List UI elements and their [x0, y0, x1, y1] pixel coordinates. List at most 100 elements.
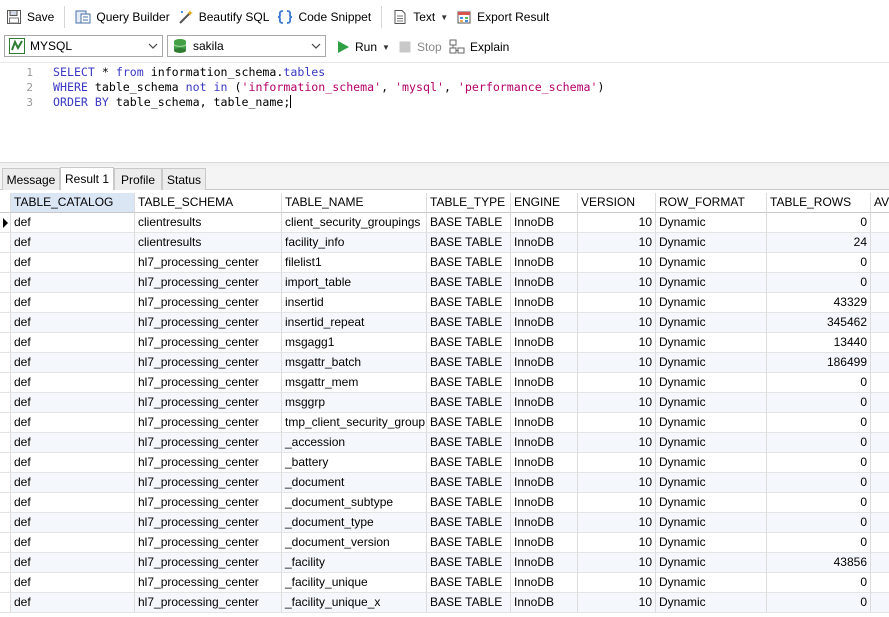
cell-table-schema[interactable]: hl7_processing_center	[135, 513, 282, 533]
table-row[interactable]: def hl7_processing_center _accession BASE T…	[0, 433, 889, 453]
cell-engine[interactable]: InnoDB	[511, 593, 578, 613]
db-type-select[interactable]: MYSQL	[4, 35, 163, 57]
table-row[interactable]: def hl7_processing_center _document_subtyp…	[0, 493, 889, 513]
cell-table-type[interactable]: BASE TABLE	[427, 253, 511, 273]
cell-version[interactable]: 10	[578, 533, 656, 553]
cell-table-schema[interactable]: hl7_processing_center	[135, 313, 282, 333]
cell-table-type[interactable]: BASE TABLE	[427, 593, 511, 613]
cell-table-schema[interactable]: clientresults	[135, 233, 282, 253]
cell-table-schema[interactable]: hl7_processing_center	[135, 253, 282, 273]
table-row[interactable]: def hl7_processing_center filelist1 BASE TA…	[0, 253, 889, 273]
run-button[interactable]: Run ▼	[332, 34, 394, 60]
cell-table-name[interactable]: _document_type	[282, 513, 427, 533]
cell-table-name[interactable]: _accession	[282, 433, 427, 453]
cell-av[interactable]	[871, 493, 889, 513]
cell-table-catalog[interactable]: def	[11, 553, 135, 573]
cell-table-schema[interactable]: hl7_processing_center	[135, 393, 282, 413]
cell-table-catalog[interactable]: def	[11, 433, 135, 453]
cell-av[interactable]	[871, 373, 889, 393]
cell-table-schema[interactable]: clientresults	[135, 213, 282, 233]
cell-version[interactable]: 10	[578, 273, 656, 293]
column-header-table-rows[interactable]: TABLE_ROWS	[767, 193, 871, 213]
cell-engine[interactable]: InnoDB	[511, 413, 578, 433]
cell-table-catalog[interactable]: def	[11, 253, 135, 273]
cell-table-name[interactable]: tmp_client_security_group	[282, 413, 427, 433]
query-builder-button[interactable]: Query Builder	[71, 4, 173, 30]
cell-table-schema[interactable]: hl7_processing_center	[135, 553, 282, 573]
row-indicator[interactable]	[0, 333, 11, 353]
cell-engine[interactable]: InnoDB	[511, 273, 578, 293]
cell-version[interactable]: 10	[578, 433, 656, 453]
row-indicator[interactable]	[0, 453, 11, 473]
table-row[interactable]: def hl7_processing_center _document_type BA…	[0, 513, 889, 533]
cell-row-format[interactable]: Dynamic	[656, 253, 767, 273]
cell-av[interactable]	[871, 333, 889, 353]
cell-engine[interactable]: InnoDB	[511, 393, 578, 413]
table-row[interactable]: def hl7_processing_center insertid_repeat B…	[0, 313, 889, 333]
cell-table-name[interactable]: _facility_unique_x	[282, 593, 427, 613]
cell-engine[interactable]: InnoDB	[511, 353, 578, 373]
cell-row-format[interactable]: Dynamic	[656, 513, 767, 533]
table-row[interactable]: def hl7_processing_center _facility_unique…	[0, 573, 889, 593]
cell-row-format[interactable]: Dynamic	[656, 213, 767, 233]
table-row[interactable]: def hl7_processing_center _document BASE TA…	[0, 473, 889, 493]
cell-engine[interactable]: InnoDB	[511, 533, 578, 553]
row-indicator[interactable]	[0, 373, 11, 393]
cell-table-schema[interactable]: hl7_processing_center	[135, 473, 282, 493]
cell-engine[interactable]: InnoDB	[511, 313, 578, 333]
cell-table-rows[interactable]: 0	[767, 213, 871, 233]
column-header-table-schema[interactable]: TABLE_SCHEMA	[135, 193, 282, 213]
cell-row-format[interactable]: Dynamic	[656, 293, 767, 313]
table-row[interactable]: def hl7_processing_center msgagg1 BASE TABL…	[0, 333, 889, 353]
text-output-button[interactable]: Text ▼	[388, 4, 452, 30]
cell-row-format[interactable]: Dynamic	[656, 413, 767, 433]
cell-table-catalog[interactable]: def	[11, 333, 135, 353]
code-snippet-button[interactable]: Code Snippet	[273, 4, 375, 30]
table-row[interactable]: def hl7_processing_center _facility BASE TA…	[0, 553, 889, 573]
row-indicator[interactable]	[0, 353, 11, 373]
cell-version[interactable]: 10	[578, 353, 656, 373]
table-row[interactable]: def hl7_processing_center insertid BASE TAB…	[0, 293, 889, 313]
cell-table-type[interactable]: BASE TABLE	[427, 453, 511, 473]
cell-table-type[interactable]: BASE TABLE	[427, 213, 511, 233]
cell-version[interactable]: 10	[578, 253, 656, 273]
row-indicator[interactable]	[0, 473, 11, 493]
cell-table-rows[interactable]: 0	[767, 413, 871, 433]
table-row[interactable]: def hl7_processing_center msgattr_mem BASE …	[0, 373, 889, 393]
cell-table-catalog[interactable]: def	[11, 453, 135, 473]
cell-table-catalog[interactable]: def	[11, 533, 135, 553]
cell-version[interactable]: 10	[578, 333, 656, 353]
table-row[interactable]: def clientresults facility_info BASE TABLE I…	[0, 233, 889, 253]
cell-version[interactable]: 10	[578, 453, 656, 473]
column-header-table-catalog[interactable]: TABLE_CATALOG	[11, 193, 135, 213]
row-indicator[interactable]	[0, 273, 11, 293]
cell-table-rows[interactable]: 0	[767, 473, 871, 493]
cell-table-type[interactable]: BASE TABLE	[427, 293, 511, 313]
cell-table-schema[interactable]: hl7_processing_center	[135, 493, 282, 513]
cell-av[interactable]	[871, 473, 889, 493]
table-row[interactable]: def hl7_processing_center msggrp BASE TABLE…	[0, 393, 889, 413]
cell-av[interactable]	[871, 433, 889, 453]
row-indicator[interactable]	[0, 533, 11, 553]
column-header-av[interactable]: AV	[871, 193, 889, 213]
cell-table-catalog[interactable]: def	[11, 313, 135, 333]
cell-table-rows[interactable]: 0	[767, 493, 871, 513]
cell-av[interactable]	[871, 213, 889, 233]
cell-table-rows[interactable]: 0	[767, 373, 871, 393]
cell-table-catalog[interactable]: def	[11, 413, 135, 433]
cell-av[interactable]	[871, 293, 889, 313]
cell-version[interactable]: 10	[578, 393, 656, 413]
cell-table-catalog[interactable]: def	[11, 213, 135, 233]
cell-table-schema[interactable]: hl7_processing_center	[135, 333, 282, 353]
cell-table-type[interactable]: BASE TABLE	[427, 533, 511, 553]
cell-engine[interactable]: InnoDB	[511, 493, 578, 513]
cell-table-type[interactable]: BASE TABLE	[427, 373, 511, 393]
cell-engine[interactable]: InnoDB	[511, 573, 578, 593]
cell-row-format[interactable]: Dynamic	[656, 273, 767, 293]
cell-table-schema[interactable]: hl7_processing_center	[135, 413, 282, 433]
cell-table-schema[interactable]: hl7_processing_center	[135, 373, 282, 393]
cell-table-type[interactable]: BASE TABLE	[427, 413, 511, 433]
cell-row-format[interactable]: Dynamic	[656, 593, 767, 613]
sql-editor[interactable]: 1 2 3 SELECT * from information_schema.t…	[0, 62, 889, 163]
row-indicator[interactable]	[0, 253, 11, 273]
